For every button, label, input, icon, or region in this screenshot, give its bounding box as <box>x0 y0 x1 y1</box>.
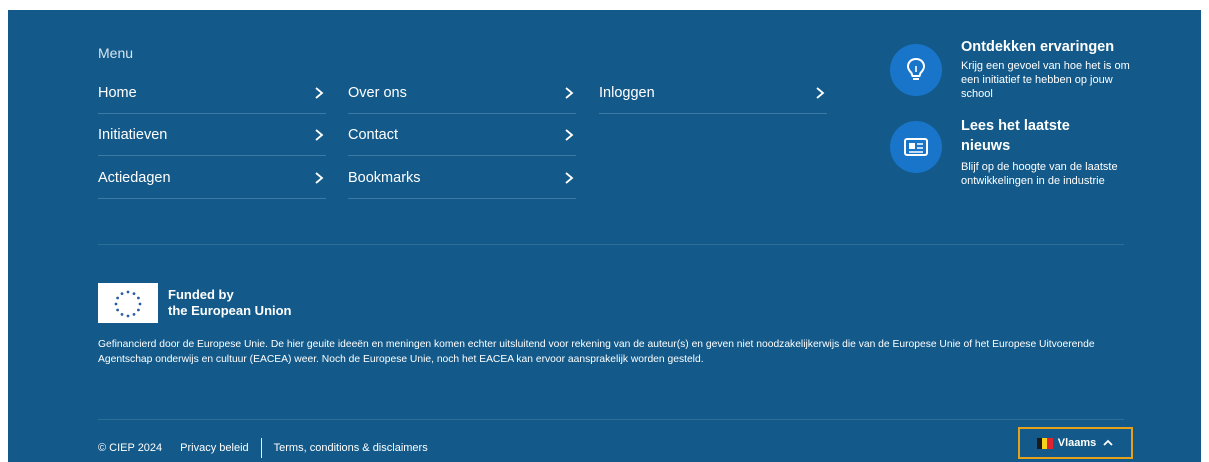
promo-text-nieuws: Blijf op de hoogte van de laatste ontwik… <box>961 161 1118 187</box>
language-selector-button[interactable]: Vlaams <box>1018 427 1133 459</box>
menu-item-home[interactable]: Home <box>98 72 326 114</box>
newspaper-icon[interactable] <box>890 121 942 173</box>
newspaper-icon-glyph <box>904 138 928 156</box>
belgium-flag-icon <box>1036 437 1053 449</box>
chevron-up-icon <box>1103 439 1113 446</box>
eu-funding-text: Funded by the European Union <box>168 287 292 319</box>
privacy-link[interactable]: Privacy beleid <box>180 442 248 454</box>
menu-item-bookmarks[interactable]: Bookmarks <box>348 157 576 199</box>
eu-line1: Funded by <box>168 287 234 302</box>
menu-item-label: Bookmarks <box>348 169 421 186</box>
menu-item-label: Inloggen <box>599 84 655 101</box>
chevron-right-icon <box>565 128 574 141</box>
menu-item-label: Over ons <box>348 84 407 101</box>
bottom-bar: © CIEP 2024 Privacy beleid Terms, condit… <box>98 438 428 458</box>
divider <box>98 419 1124 420</box>
chevron-right-icon <box>565 171 574 184</box>
language-label: Vlaams <box>1057 437 1097 449</box>
menu-title: Menu <box>98 45 134 61</box>
chevron-right-icon <box>565 86 574 99</box>
chevron-right-icon <box>315 128 324 141</box>
menu-item-initiatieven[interactable]: Initiatieven <box>98 114 326 156</box>
promo-title-nieuws[interactable]: Lees het laatste nieuws <box>961 116 1121 156</box>
chevron-right-icon <box>315 86 324 99</box>
eu-flag-logo <box>98 283 158 323</box>
menu-item-label: Contact <box>348 126 398 143</box>
copyright: © CIEP 2024 <box>98 442 163 454</box>
menu-item-over-ons[interactable]: Over ons <box>348 72 576 114</box>
menu-item-label: Actiedagen <box>98 169 171 186</box>
menu-item-label: Initiatieven <box>98 126 168 143</box>
menu-item-label: Home <box>98 84 137 101</box>
divider <box>98 244 1124 245</box>
eu-disclaimer: Gefinancierd door de Europese Unie. De h… <box>98 339 1095 365</box>
promo-text-ervaringen: Krijg een gevoel van hoe het is om een i… <box>961 60 1130 100</box>
eu-line2: the European Union <box>168 303 292 318</box>
menu-item-inloggen[interactable]: Inloggen <box>599 72 827 114</box>
chevron-right-icon <box>315 171 324 184</box>
promo-title-ervaringen[interactable]: Ontdekken ervaringen <box>961 37 1114 57</box>
lightbulb-icon[interactable] <box>890 44 942 96</box>
eu-stars-icon <box>114 290 142 318</box>
chevron-right-icon <box>816 86 825 99</box>
menu-item-contact[interactable]: Contact <box>348 114 576 156</box>
lightbulb-icon-glyph <box>906 57 926 80</box>
site-footer: Menu Home Initiatieven Actiedagen Over o… <box>8 10 1201 462</box>
menu-item-actiedagen[interactable]: Actiedagen <box>98 157 326 199</box>
separator <box>260 438 262 458</box>
terms-link[interactable]: Terms, conditions & disclaimers <box>274 442 428 454</box>
